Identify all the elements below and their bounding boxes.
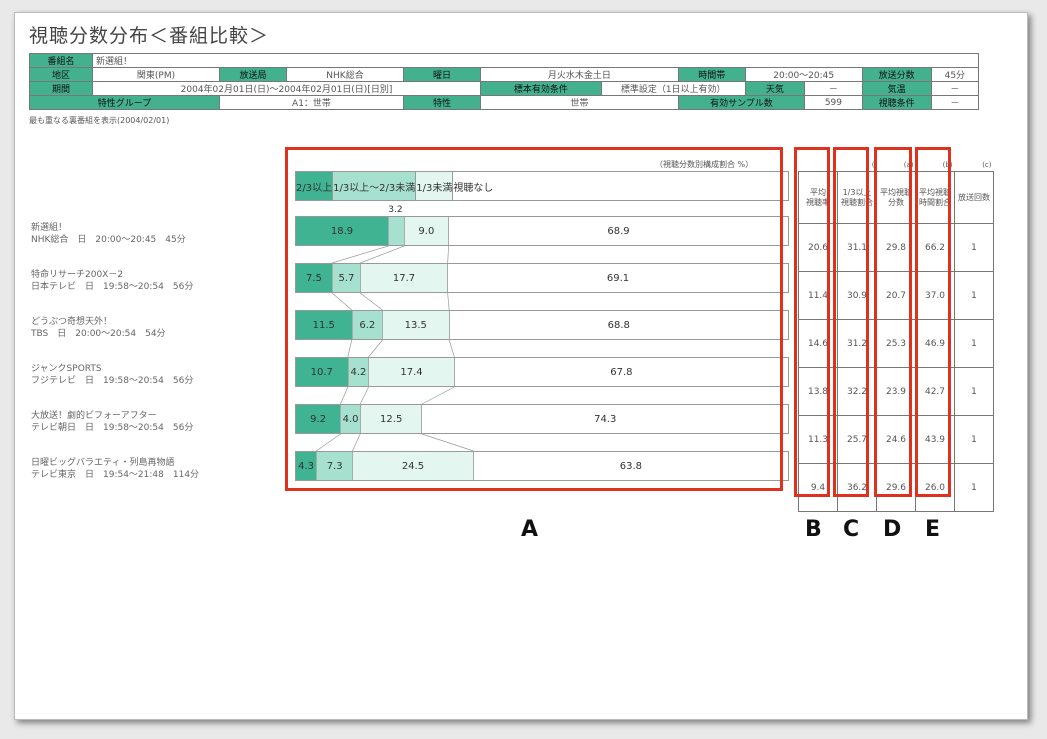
station-value: NHK総合 bbox=[286, 67, 404, 82]
label-b: B bbox=[805, 517, 822, 542]
sample-label: 有効サンプル数 bbox=[677, 95, 806, 110]
stats-cell: 1 bbox=[954, 367, 994, 416]
program-name: 大放送！劇的ビフォーアフター bbox=[31, 411, 157, 421]
stats-header: 放送回数 bbox=[954, 171, 994, 224]
program-label: 特命リサーチ200X－2 日本テレビ 日 19:58～20:54 56分 bbox=[31, 269, 291, 293]
label-e: E bbox=[925, 517, 941, 542]
program-detail: テレビ東京 日 19:54～21:48 114分 bbox=[31, 470, 200, 480]
region-value: 関東(PM) bbox=[92, 67, 220, 82]
program-name: どうぶつ奇想天外！ bbox=[31, 317, 113, 327]
program-name: 特命リサーチ200X－2 bbox=[31, 270, 124, 280]
stats-col-number: (c) bbox=[982, 161, 992, 169]
temp-value: － bbox=[930, 81, 980, 96]
program-label: 番組名 bbox=[29, 53, 93, 68]
program-name: 日曜ビッグバラエティ・列島再物語 bbox=[31, 458, 175, 468]
note-text: 最も重なる裏番組を表示(2004/02/01) bbox=[29, 116, 170, 125]
bar-small-label: 3.2 bbox=[388, 205, 403, 215]
region-label: 地区 bbox=[29, 67, 93, 82]
program-label: 新選組！ NHK総合 日 20:00～20:45 45分 bbox=[31, 222, 291, 246]
program-label: どうぶつ奇想天外！ TBS 日 20:00～20:54 54分 bbox=[31, 316, 291, 340]
stats-cell: 1 bbox=[954, 319, 994, 368]
view-cond-label: 視聴条件 bbox=[861, 95, 932, 110]
header-table: 番組名 新選組！ 地区 関東(PM) 放送局 NHK総合 曜日 月火水木金土日 … bbox=[29, 53, 980, 110]
program-detail: フジテレビ 日 19:58～20:54 56分 bbox=[31, 376, 194, 386]
stats-cell: 1 bbox=[954, 463, 994, 512]
label-d: D bbox=[883, 517, 902, 542]
program-detail: 日本テレビ 日 19:58～20:54 56分 bbox=[31, 282, 194, 292]
group-value: A1：世帯 bbox=[219, 95, 404, 110]
time-value: 20:00～20:45 bbox=[744, 67, 863, 82]
temp-label: 気温 bbox=[861, 81, 932, 96]
report-sheet: 視聴分数分布＜番組比較＞ 番組名 新選組！ 地区 関東(PM) 放送局 NHK総… bbox=[14, 12, 1028, 720]
program-name: 新選組！ bbox=[31, 223, 68, 233]
weather-label: 天気 bbox=[744, 81, 806, 96]
sample-cond-label: 標本有効条件 bbox=[480, 81, 602, 96]
view-cond-value: － bbox=[930, 95, 980, 110]
duration-value: 45分 bbox=[930, 67, 980, 82]
highlight-box-d bbox=[874, 147, 912, 497]
group-label: 特性グループ bbox=[29, 95, 220, 110]
program-name: ジャンクSPORTS bbox=[31, 364, 102, 374]
attr-value: 世帯 bbox=[480, 95, 679, 110]
period-value: 2004年02月01日(日)～2004年02月01日(日)[日別] bbox=[92, 81, 481, 96]
highlight-box-a bbox=[285, 147, 783, 491]
stats-cell: 1 bbox=[954, 271, 994, 320]
highlight-box-c bbox=[833, 147, 869, 497]
program-label: ジャンクSPORTS フジテレビ 日 19:58～20:54 56分 bbox=[31, 363, 291, 387]
program-detail: テレビ朝日 日 19:58～20:54 56分 bbox=[31, 423, 194, 433]
duration-label: 放送分数 bbox=[861, 67, 932, 82]
stats-cell: 1 bbox=[954, 223, 994, 272]
weather-value: － bbox=[804, 81, 863, 96]
page-title: 視聴分数分布＜番組比較＞ bbox=[29, 25, 270, 47]
weekday-label: 曜日 bbox=[403, 67, 481, 82]
sample-value: 599 bbox=[804, 95, 863, 110]
program-detail: NHK総合 日 20:00～20:45 45分 bbox=[31, 235, 186, 245]
label-a: A bbox=[521, 517, 539, 542]
program-label: 大放送！劇的ビフォーアフターテレビ朝日 日 19:58～20:54 56分 bbox=[31, 410, 291, 434]
label-c: C bbox=[843, 517, 860, 542]
program-value: 新選組！ bbox=[92, 53, 979, 68]
program-detail: TBS 日 20:00～20:54 54分 bbox=[31, 329, 166, 339]
period-label: 期間 bbox=[29, 81, 93, 96]
time-label: 時間帯 bbox=[677, 67, 746, 82]
weekday-value: 月火水木金土日 bbox=[480, 67, 679, 82]
program-label: 日曜ビッグバラエティ・列島再物語テレビ東京 日 19:54～21:48 114分 bbox=[31, 457, 291, 481]
highlight-box-b bbox=[794, 147, 830, 497]
station-label: 放送局 bbox=[219, 67, 287, 82]
sample-cond-value: 標準設定（1日以上有効） bbox=[600, 81, 746, 96]
highlight-box-e bbox=[915, 147, 951, 497]
stats-cell: 1 bbox=[954, 415, 994, 464]
attr-label: 特性 bbox=[403, 95, 481, 110]
